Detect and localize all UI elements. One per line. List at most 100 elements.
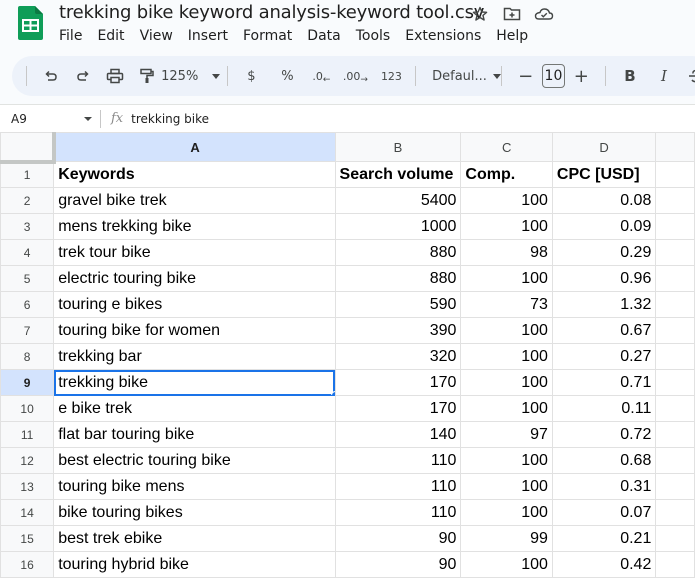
cell-d5[interactable]: 0.96: [551, 265, 657, 292]
cell-c2[interactable]: 100: [460, 187, 553, 214]
row-header[interactable]: 10: [0, 395, 55, 422]
cell-a10[interactable]: e bike trek: [53, 395, 336, 422]
print-button[interactable]: [101, 62, 129, 90]
more-formats-button[interactable]: 123: [377, 62, 405, 90]
cell-d12[interactable]: 0.68: [551, 447, 657, 474]
cell-a11[interactable]: flat bar touring bike: [53, 421, 336, 448]
row-header[interactable]: 9: [0, 369, 55, 396]
menu-data[interactable]: Data: [307, 28, 348, 44]
cell-d7[interactable]: 0.67: [551, 317, 657, 344]
star-icon[interactable]: [470, 4, 490, 24]
menu-format[interactable]: Format: [243, 28, 300, 44]
cell-b9[interactable]: 170: [334, 369, 462, 396]
cell-a3[interactable]: mens trekking bike: [53, 213, 336, 240]
cell-d10[interactable]: 0.11: [551, 395, 657, 422]
select-all-corner[interactable]: [0, 132, 56, 164]
paint-format-button[interactable]: [133, 62, 161, 90]
cell-c6[interactable]: 73: [460, 291, 553, 318]
cell-b15[interactable]: 90: [334, 525, 462, 552]
cell-a16[interactable]: touring hybrid bike: [53, 551, 336, 578]
row-header[interactable]: 13: [0, 473, 55, 500]
cell-d13[interactable]: 0.31: [551, 473, 657, 500]
menu-edit[interactable]: Edit: [97, 28, 132, 44]
cell-a14[interactable]: bike touring bikes: [53, 499, 336, 526]
cell-c8[interactable]: 100: [460, 343, 553, 370]
percent-format-button[interactable]: %: [273, 62, 301, 90]
cell-c5[interactable]: 100: [460, 265, 553, 292]
cell-c3[interactable]: 100: [460, 213, 553, 240]
cell-c12[interactable]: 100: [460, 447, 553, 474]
strikethrough-button[interactable]: [682, 62, 695, 90]
cell-a6[interactable]: touring e bikes: [53, 291, 336, 318]
font-family-select[interactable]: Defaul...: [426, 62, 501, 90]
cell-b16[interactable]: 90: [334, 551, 462, 578]
row-header[interactable]: 3: [0, 213, 55, 240]
row-header[interactable]: 15: [0, 525, 55, 552]
decrease-font-size-button[interactable]: −: [512, 62, 540, 90]
cell-d1[interactable]: CPC [USD]: [551, 161, 657, 188]
cell-a8[interactable]: trekking bar: [53, 343, 336, 370]
currency-format-button[interactable]: $: [237, 62, 265, 90]
cell-e10[interactable]: [655, 395, 695, 422]
cell-d6[interactable]: 1.32: [551, 291, 657, 318]
cell-b5[interactable]: 880: [334, 265, 462, 292]
cell-b13[interactable]: 110: [334, 473, 462, 500]
column-header-c[interactable]: C: [460, 132, 553, 162]
menu-extensions[interactable]: Extensions: [405, 28, 489, 44]
cell-d11[interactable]: 0.72: [551, 421, 657, 448]
row-header[interactable]: 12: [0, 447, 55, 474]
formula-input[interactable]: trekking bike: [131, 112, 209, 126]
row-header[interactable]: 16: [0, 551, 55, 578]
column-header-a[interactable]: A: [53, 132, 336, 162]
move-to-folder-icon[interactable]: [502, 4, 522, 24]
cell-d8[interactable]: 0.27: [551, 343, 657, 370]
name-box[interactable]: A9: [0, 105, 100, 132]
menu-insert[interactable]: Insert: [188, 28, 236, 44]
cell-e15[interactable]: [655, 525, 695, 552]
row-header[interactable]: 1: [0, 161, 55, 188]
cell-c14[interactable]: 100: [460, 499, 553, 526]
cell-e13[interactable]: [655, 473, 695, 500]
cell-c10[interactable]: 100: [460, 395, 553, 422]
cell-e2[interactable]: [655, 187, 695, 214]
cell-b6[interactable]: 590: [334, 291, 462, 318]
cell-e3[interactable]: [655, 213, 695, 240]
column-header-e[interactable]: [655, 132, 695, 162]
zoom-select[interactable]: 125%: [161, 62, 221, 90]
bold-button[interactable]: B: [616, 62, 644, 90]
cell-e5[interactable]: [655, 265, 695, 292]
cell-d16[interactable]: 0.42: [551, 551, 657, 578]
cell-c4[interactable]: 98: [460, 239, 553, 266]
cell-a1[interactable]: Keywords: [53, 161, 336, 188]
cell-e1[interactable]: [655, 161, 695, 188]
cell-c9[interactable]: 100: [460, 369, 553, 396]
cell-d3[interactable]: 0.09: [551, 213, 657, 240]
menu-file[interactable]: File: [59, 28, 90, 44]
cell-a4[interactable]: trek tour bike: [53, 239, 336, 266]
cell-d2[interactable]: 0.08: [551, 187, 657, 214]
cell-e4[interactable]: [655, 239, 695, 266]
cell-e16[interactable]: [655, 551, 695, 578]
redo-button[interactable]: [69, 62, 97, 90]
undo-button[interactable]: [37, 62, 65, 90]
cell-d9[interactable]: 0.71: [551, 369, 657, 396]
font-size-input[interactable]: 10: [541, 64, 566, 88]
cell-b7[interactable]: 390: [334, 317, 462, 344]
cell-c11[interactable]: 97: [460, 421, 553, 448]
cell-d14[interactable]: 0.07: [551, 499, 657, 526]
cell-c7[interactable]: 100: [460, 317, 553, 344]
cell-b10[interactable]: 170: [334, 395, 462, 422]
cell-b3[interactable]: 1000: [334, 213, 462, 240]
row-header[interactable]: 5: [0, 265, 55, 292]
column-header-d[interactable]: D: [551, 132, 657, 162]
cell-c1[interactable]: Comp.: [460, 161, 553, 188]
sheets-logo-icon[interactable]: [18, 6, 43, 40]
cell-b14[interactable]: 110: [334, 499, 462, 526]
menu-tools[interactable]: Tools: [356, 28, 399, 44]
menu-help[interactable]: Help: [496, 28, 536, 44]
cell-e9[interactable]: [655, 369, 695, 396]
cell-c13[interactable]: 100: [460, 473, 553, 500]
cell-a9[interactable]: trekking bike: [53, 369, 336, 396]
row-header[interactable]: 4: [0, 239, 55, 266]
cell-b8[interactable]: 320: [334, 343, 462, 370]
